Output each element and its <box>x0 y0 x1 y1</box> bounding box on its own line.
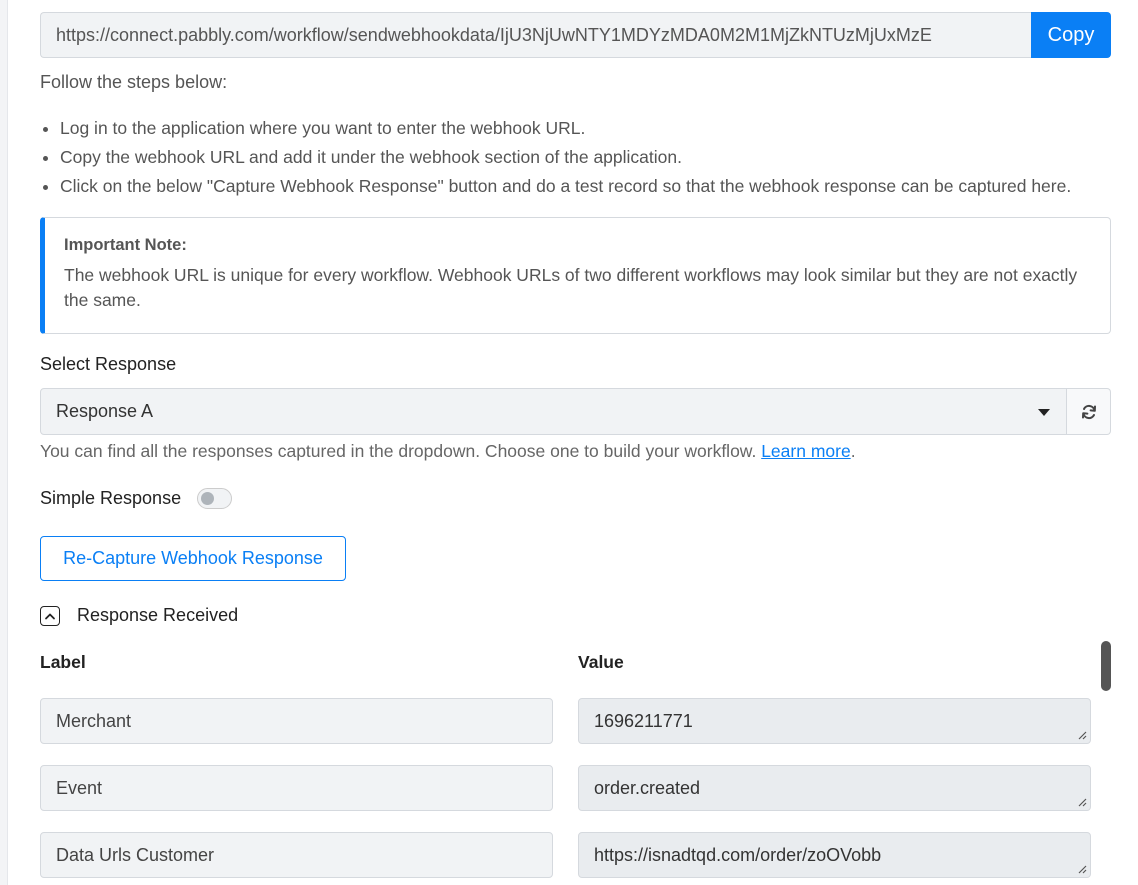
response-value-text: https://isnadtqd.com/order/zoOVobb <box>594 845 882 865</box>
step-item: Copy the webhook URL and add it under th… <box>40 143 1071 172</box>
webhook-url-row: https://connect.pabbly.com/workflow/send… <box>40 12 1111 58</box>
label-column-header: Label <box>40 652 86 672</box>
response-value-text: 1696211771 <box>594 711 693 731</box>
collapse-toggle[interactable] <box>40 605 60 626</box>
response-value-text: order.created <box>594 778 701 798</box>
response-label-field[interactable]: Data Urls Customer <box>40 832 553 878</box>
response-label-field[interactable]: Merchant <box>40 698 553 744</box>
refresh-button[interactable] <box>1067 388 1111 435</box>
response-dropdown-value: Response A <box>56 401 154 421</box>
note-body: The webhook URL is unique for every work… <box>64 265 1078 310</box>
important-note: Important Note: The webhook URL is uniqu… <box>40 217 1111 334</box>
learn-more-link[interactable]: Learn more <box>761 441 851 461</box>
simple-response-label: Simple Response <box>40 488 182 508</box>
copy-button[interactable]: Copy <box>1031 12 1111 58</box>
response-value-field[interactable]: order.created <box>578 765 1091 811</box>
webhook-url-field[interactable]: https://connect.pabbly.com/workflow/send… <box>40 12 1031 58</box>
resize-grip-icon[interactable] <box>1077 864 1087 874</box>
response-value-field[interactable]: https://isnadtqd.com/order/zoOVobb <box>578 832 1091 878</box>
chevron-up-icon <box>45 613 55 619</box>
select-response-row: Response A <box>40 388 1111 435</box>
step-item: Log in to the application where you want… <box>40 114 1071 143</box>
response-dropdown[interactable]: Response A <box>40 388 1067 435</box>
response-received-title: Response Received <box>77 605 239 625</box>
response-received-header[interactable]: Response Received <box>40 605 238 626</box>
left-panel-edge <box>0 0 8 885</box>
help-text: You can find all the responses captured … <box>40 441 762 461</box>
value-column-header: Value <box>578 652 624 672</box>
help-suffix: . <box>850 441 856 461</box>
scrollbar-thumb[interactable] <box>1101 641 1111 691</box>
note-title: Important Note: <box>64 236 187 254</box>
select-response-help: You can find all the responses captured … <box>40 441 856 462</box>
response-value-field[interactable]: 1696211771 <box>578 698 1091 744</box>
step-item: Click on the below "Capture Webhook Resp… <box>40 172 1071 201</box>
caret-down-icon <box>1038 409 1050 416</box>
recapture-webhook-button[interactable]: Re-Capture Webhook Response <box>40 536 346 581</box>
resize-grip-icon[interactable] <box>1077 730 1087 740</box>
response-scrollbar[interactable] <box>1101 641 1111 885</box>
steps-title: Follow the steps below: <box>40 72 228 92</box>
refresh-icon <box>1081 404 1096 419</box>
resize-grip-icon[interactable] <box>1077 797 1087 807</box>
response-label-field[interactable]: Event <box>40 765 553 811</box>
simple-response-row: Simple Response <box>40 488 233 509</box>
simple-response-toggle[interactable] <box>197 488 233 509</box>
select-response-label: Select Response <box>40 354 177 374</box>
toggle-knob <box>201 492 215 505</box>
steps-list: Log in to the application where you want… <box>40 114 1071 201</box>
